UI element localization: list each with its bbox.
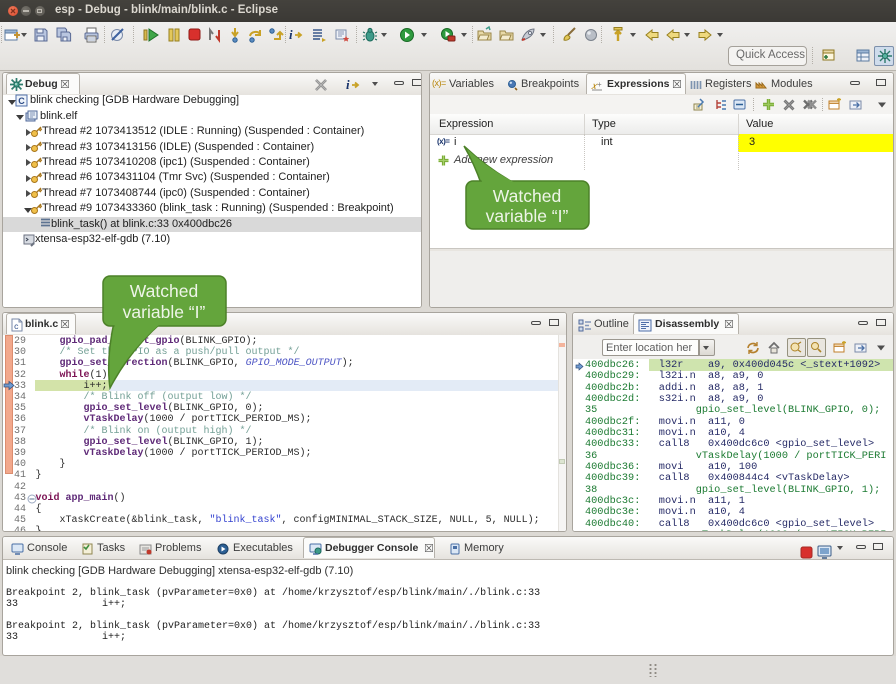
svg-text:C: C: [18, 96, 25, 106]
svg-text:+: +: [597, 80, 602, 89]
svg-text:c: c: [14, 323, 19, 332]
svg-text:i: i: [346, 77, 350, 92]
svg-text:i: i: [289, 27, 293, 42]
